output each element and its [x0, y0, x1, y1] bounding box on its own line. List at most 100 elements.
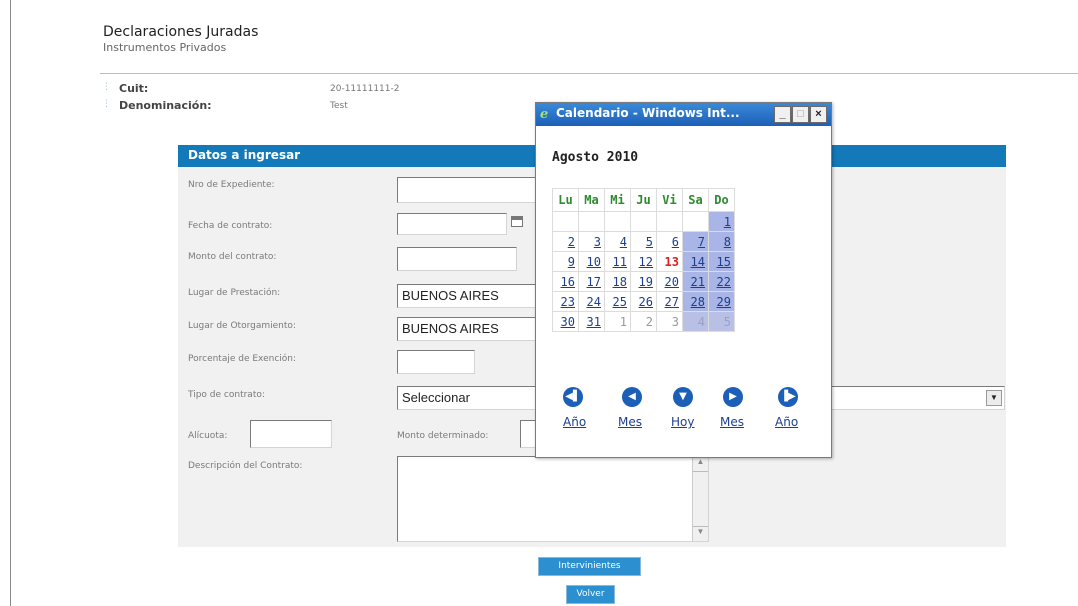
calendar-week-row: 30 31 1 2 3 4 5	[552, 311, 735, 332]
volver-button[interactable]: Volver	[566, 585, 615, 604]
calendar-day[interactable]: 24	[578, 291, 605, 312]
calendar-day[interactable]: 29	[708, 291, 735, 312]
calendar-empty-cell	[682, 211, 709, 232]
lugar-prestacion-label: Lugar de Prestación:	[188, 288, 281, 298]
calendar-day[interactable]: 3	[578, 231, 605, 252]
calendar-day[interactable]: 3	[656, 311, 683, 332]
porcentaje-input[interactable]	[397, 350, 475, 374]
prev-year-link[interactable]: Año	[563, 415, 586, 429]
calendar-day[interactable]: 10	[578, 251, 605, 272]
bullet-icon: ⋮	[102, 99, 111, 109]
weekday-header: Ju	[630, 188, 657, 212]
next-month-icon[interactable]: ▶	[723, 387, 743, 407]
lugar-otorgamiento-select[interactable]: BUENOS AIRES	[397, 317, 537, 341]
close-icon[interactable]: ×	[810, 106, 827, 123]
calendar-day[interactable]: 14	[682, 251, 709, 272]
denominacion-label: Denominación:	[119, 99, 212, 112]
calendar-week-row: 23 24 25 26 27 28 29	[552, 291, 735, 312]
monto-label: Monto del contrato:	[188, 252, 277, 262]
calendar-week-row: 16 17 18 19 20 21 22	[552, 271, 735, 292]
calendar-week-row: 9 10 11 12 13 14 15	[552, 251, 735, 272]
calendar-day[interactable]: 18	[604, 271, 631, 292]
calendar-day[interactable]: 21	[682, 271, 709, 292]
calendar-day[interactable]: 31	[578, 311, 605, 332]
next-month-link[interactable]: Mes	[720, 415, 744, 429]
calendar-day[interactable]: 2	[552, 231, 579, 252]
porcentaje-label: Porcentaje de Exención:	[188, 354, 297, 364]
calendar-day[interactable]: 26	[630, 291, 657, 312]
chevron-down-icon[interactable]: ▼	[986, 390, 1002, 406]
calendar-day[interactable]: 25	[604, 291, 631, 312]
minimize-icon[interactable]: _	[774, 106, 791, 123]
bullet-icon: ⋮	[102, 82, 111, 92]
calendar-day[interactable]: 22	[708, 271, 735, 292]
expediente-input[interactable]	[397, 177, 537, 203]
calendar-day[interactable]: 8	[708, 231, 735, 252]
scroll-down-icon[interactable]: ▼	[693, 526, 708, 541]
weekday-header: Mi	[604, 188, 631, 212]
today-link[interactable]: Hoy	[671, 415, 694, 429]
calendar-day[interactable]: 28	[682, 291, 709, 312]
calendar-day[interactable]: 12	[630, 251, 657, 272]
header-divider	[100, 73, 1078, 74]
prev-month-link[interactable]: Mes	[618, 415, 642, 429]
calendar-day[interactable]: 1	[604, 311, 631, 332]
calendar-icon[interactable]	[511, 216, 523, 227]
browser-icon: e	[540, 107, 549, 122]
next-year-link[interactable]: Año	[775, 415, 798, 429]
calendar-day[interactable]: 5	[708, 311, 735, 332]
first-year-icon[interactable]: ◀▌	[563, 387, 583, 407]
calendar-day[interactable]: 7	[682, 231, 709, 252]
alicuota-input[interactable]	[250, 420, 332, 448]
prev-month-icon[interactable]: ◀	[622, 387, 642, 407]
calendar-window-title: Calendario - Windows Int...	[556, 106, 740, 120]
calendar-day[interactable]: 23	[552, 291, 579, 312]
calendar-day[interactable]: 27	[656, 291, 683, 312]
weekday-header: Lu	[552, 188, 579, 212]
lugar-prestacion-select[interactable]: BUENOS AIRES	[397, 284, 537, 308]
fecha-input[interactable]	[397, 213, 507, 235]
calendar-day[interactable]: 5	[630, 231, 657, 252]
calendar-empty-cell	[578, 211, 605, 232]
calendar-grid: Lu Ma Mi Ju Vi Sa Do 1 2 3 4 5 6 7 8 9 10 11 12 13 14…	[552, 188, 735, 332]
calendar-day[interactable]: 9	[552, 251, 579, 272]
alicuota-label: Alícuota:	[188, 431, 228, 441]
textarea-scrollbar[interactable]: ▲ ▼	[692, 457, 708, 541]
scroll-up-icon[interactable]: ▲	[693, 457, 708, 472]
calendar-day[interactable]: 1	[708, 211, 735, 232]
calendar-day[interactable]: 11	[604, 251, 631, 272]
page-title: Declaraciones Juradas	[103, 24, 259, 40]
calendar-empty-cell	[604, 211, 631, 232]
calendar-day[interactable]: 13	[656, 251, 683, 272]
calendar-day[interactable]: 19	[630, 271, 657, 292]
calendar-day[interactable]: 20	[656, 271, 683, 292]
calendar-week-row: 2345678	[552, 231, 735, 252]
maximize-icon[interactable]: □	[792, 106, 809, 123]
calendar-day[interactable]: 16	[552, 271, 579, 292]
tipo-label: Tipo de contrato:	[188, 390, 265, 400]
weekday-header: Do	[708, 188, 735, 212]
calendar-day[interactable]: 6	[656, 231, 683, 252]
descripcion-textarea[interactable]	[397, 456, 709, 542]
page-subtitle: Instrumentos Privados	[103, 41, 227, 54]
left-border	[10, 0, 11, 606]
calendar-day[interactable]: 2	[630, 311, 657, 332]
denominacion-value: Test	[330, 101, 348, 111]
calendar-empty-cell	[630, 211, 657, 232]
last-year-icon[interactable]: ▐▶	[778, 387, 798, 407]
intervinientes-button[interactable]: Intervinientes	[538, 557, 641, 576]
calendar-empty-cell	[656, 211, 683, 232]
monto-input[interactable]	[397, 247, 517, 271]
calendar-day[interactable]: 4	[604, 231, 631, 252]
cuit-value: 20-11111111-2	[330, 84, 400, 94]
weekday-header: Sa	[682, 188, 709, 212]
calendar-day[interactable]: 15	[708, 251, 735, 272]
calendar-day[interactable]: 30	[552, 311, 579, 332]
today-icon[interactable]: ▼	[673, 387, 693, 407]
calendar-day[interactable]: 4	[682, 311, 709, 332]
calendar-week-row: 1	[552, 211, 735, 232]
calendar-day[interactable]: 17	[578, 271, 605, 292]
fecha-label: Fecha de contrato:	[188, 221, 273, 231]
calendar-month-title: Agosto 2010	[552, 150, 639, 165]
weekday-header: Vi	[656, 188, 683, 212]
